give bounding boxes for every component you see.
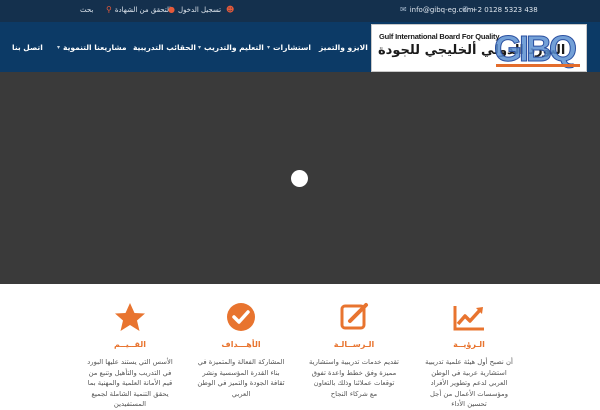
feature-mission-title: الـرســالـة [333,340,375,349]
top-bar: بحث ⚲ التحقق من الشهادة ● تسجيل الدخول ☻… [0,0,600,22]
login-link[interactable]: ● تسجيل الدخول [168,5,222,15]
verify-certificate-link[interactable]: ⚲ التحقق من الشهادة [106,5,171,15]
feature-vision: الـرؤيــة أن نصبح أول هيئة علمية تدريبية… [424,284,514,410]
star-icon [115,303,145,331]
logo-mark-text: GIBQ [494,28,576,69]
login-icon: ● [168,5,175,14]
feature-goals-text: المشاركة الفعالة والمتميزة في بناء القدر… [197,358,285,398]
nav-item-contact[interactable]: اتصل بنا [12,43,43,52]
trend-chart-icon [453,306,484,331]
phone-icon: ✆ [462,5,469,14]
search-link[interactable]: بحث [80,6,93,14]
nav-item-projects-label: مشاريعنا التنموية [63,43,127,52]
feature-values-text: الأسس التي يستند عليها البورد في التدريب… [87,358,173,408]
user-link[interactable]: ☻ [226,6,234,14]
loading-spinner-icon [291,170,308,187]
chevron-down-icon: ▾ [57,44,61,51]
logo-english-name: Gulf International Board For Quality [379,32,500,41]
nav-item-consulting-label: استشارات [273,43,311,52]
gibq-logo-icon: GIBQ [494,28,580,69]
login-label: تسجيل الدخول [177,6,222,14]
feature-goals-title: الأهـــداف [221,340,261,349]
nav-item-contact-label: اتصل بنا [12,43,43,52]
nav-item-training-bags-label: الحقائب التدريبية [133,43,196,52]
nav-item-iso[interactable]: الايزو والتميز [319,43,368,52]
nav-item-education-label: التعليم والتدريب [204,43,264,52]
feature-vision-text: أن نصبح أول هيئة علمية تدريبية استشارية … [425,358,513,408]
features-section: القــيــم الأسس التي يستند عليها البورد … [0,284,600,408]
feature-values-title: القــيــم [114,340,146,349]
nav-item-training-bags[interactable]: الحقائب التدريبية [133,43,196,52]
feature-vision-title: الـرؤيــة [453,340,485,349]
chevron-down-icon: ▾ [267,44,271,51]
user-icon: ☻ [226,5,235,14]
envelope-icon: ✉ [400,5,407,14]
edit-icon [340,303,368,330]
search-label: بحث [80,6,94,14]
phone-link[interactable]: ✆ +2 0128 5323 438 [462,5,538,15]
phone-label: +2 0128 5323 438 [471,6,538,14]
search-icon: ⚲ [106,5,112,14]
verify-certificate-label: التحقق من الشهادة [114,6,171,14]
nav-item-projects[interactable]: ▾ مشاريعنا التنموية [57,43,127,52]
nav-item-consulting[interactable]: ▾ استشارات [267,43,311,52]
nav-item-education[interactable]: ▾ التعليم والتدريب [198,43,264,52]
chevron-down-icon: ▾ [198,44,202,51]
check-circle-icon [227,303,255,331]
feature-mission: الـرســالـة تقديم خدمات تدريبية واستشاري… [309,284,399,399]
site-logo[interactable]: Gulf International Board For Quality الب… [371,24,587,72]
feature-goals: الأهـــداف المشاركة الفعالة والمتميزة في… [196,284,286,399]
feature-mission-text: تقديم خدمات تدريبية واستشارية مميزة وفق … [309,358,399,398]
nav-item-iso-label: الايزو والتميز [319,43,368,52]
feature-values: القــيــم الأسس التي يستند عليها البورد … [85,284,175,410]
